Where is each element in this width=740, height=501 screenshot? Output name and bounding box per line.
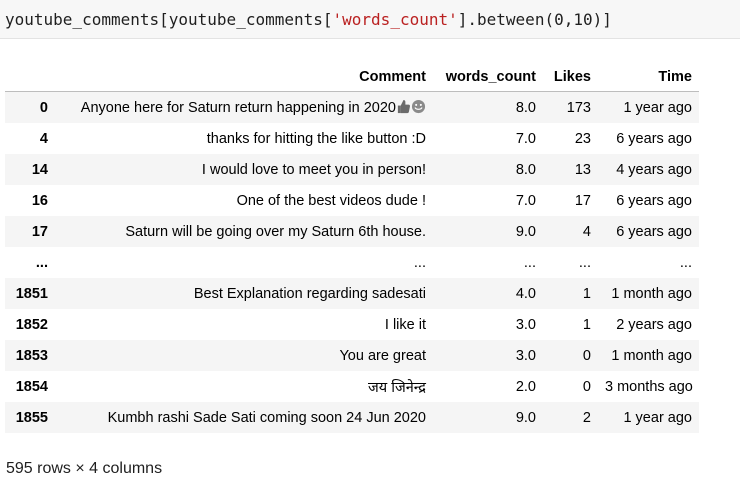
row-index: 14	[31, 161, 48, 178]
row-index: 17	[31, 223, 48, 240]
cell-likes: 13	[574, 161, 591, 178]
table-row: 1854 जय जिनेन्द्र 2.0 0 3 months ago	[5, 371, 699, 402]
column-header-words-count: words_count	[433, 62, 543, 92]
table-body: 0 Anyone here for Saturn return happening…	[5, 91, 699, 433]
cell-likes: 1	[582, 285, 591, 302]
cell-time: 1 month ago	[611, 347, 692, 364]
cell-comment: thanks for hitting the like button :D	[206, 130, 426, 147]
code-line[interactable]: youtube_comments[youtube_comments['words…	[5, 10, 612, 29]
table-row: 16 One of the best videos dude ! 7.0 17 6 ye…	[5, 185, 699, 216]
cell-time: 1 month ago	[611, 285, 692, 302]
cell-time: 6 years ago	[616, 223, 692, 240]
row-index: 16	[31, 192, 48, 209]
cell-words-count: 3.0	[515, 347, 536, 364]
cell-time: 6 years ago	[616, 192, 692, 209]
column-header-likes: Likes	[543, 62, 598, 92]
cell-words-count: 9.0	[515, 223, 536, 240]
cell-words-count: 2.0	[515, 378, 536, 395]
cell-words-count: ...	[523, 254, 536, 271]
comment-text: Anyone here for Saturn return happening …	[80, 100, 396, 116]
row-count-summary: 595 rows × 4 columns	[6, 460, 163, 477]
row-index: 0	[39, 99, 48, 116]
cell-likes: 17	[574, 192, 591, 209]
cell-time: 1 year ago	[623, 99, 692, 116]
cell-likes: 1	[582, 316, 591, 333]
cell-words-count: 8.0	[515, 161, 536, 178]
cell-time: 6 years ago	[616, 130, 692, 147]
cell-time: ...	[679, 254, 692, 271]
smiling-face-icon	[411, 99, 426, 114]
column-header-time: Time	[598, 62, 699, 92]
table-row: 0 Anyone here for Saturn return happening…	[5, 91, 699, 124]
cell-comment: I like it	[384, 316, 426, 333]
table-header-row: Comment words_count Likes Time	[5, 62, 699, 92]
cell-time: 3 months ago	[605, 378, 693, 395]
cell-comment: Best Explanation regarding sadesati	[193, 285, 426, 302]
cell-likes: 23	[574, 130, 591, 147]
table-row: 17 Saturn will be going over my Saturn 6t…	[5, 216, 699, 247]
cell-comment: One of the best videos dude !	[236, 192, 426, 209]
thumbs-up-icon	[397, 99, 411, 114]
table-row: 1851 Best Explanation regarding sadesati 4…	[5, 278, 699, 309]
row-index: 1851	[15, 285, 48, 302]
code-prefix: youtube_comments[youtube_comments[	[5, 10, 333, 29]
index-header	[5, 62, 55, 92]
cell-comment: जय जिनेन्द्र	[368, 379, 426, 396]
table-row: 4 thanks for hitting the like button :D 7.…	[5, 123, 699, 154]
cell-time: 4 years ago	[616, 161, 692, 178]
code-string: 'words_count'	[332, 10, 458, 29]
row-index: 1853	[15, 347, 48, 364]
cell-comment: I would love to meet you in person!	[201, 161, 426, 178]
cell-likes: 2	[582, 409, 591, 426]
code-cell[interactable]: youtube_comments[youtube_comments['words…	[0, 0, 740, 39]
row-index: 1855	[15, 409, 48, 426]
cell-comment: ...	[413, 254, 426, 271]
cell-words-count: 3.0	[515, 316, 536, 333]
cell-words-count: 9.0	[515, 409, 536, 426]
cell-likes: 0	[582, 378, 591, 395]
code-suffix: ].between(0,10)]	[457, 10, 612, 29]
dataframe-table: Comment words_count Likes Time 0 Anyone h…	[5, 62, 699, 433]
table-row: 1852 I like it 3.0 1 2 years ago	[5, 309, 699, 340]
cell-comment: Saturn will be going over my Saturn 6th …	[125, 223, 426, 240]
row-index: 4	[39, 130, 48, 147]
cell-likes: 0	[582, 347, 591, 364]
cell-words-count: 7.0	[515, 130, 536, 147]
cell-words-count: 7.0	[515, 192, 536, 209]
table-row: 1853 You are great 3.0 0 1 month ago	[5, 340, 699, 371]
row-index: 1854	[15, 378, 48, 395]
cell-words-count: 4.0	[515, 285, 536, 302]
table-row: ...............	[5, 247, 699, 278]
cell-time: 2 years ago	[616, 316, 692, 333]
row-index: 1852	[15, 316, 48, 333]
cell-comment: You are great	[339, 347, 426, 364]
cell-likes: ...	[578, 254, 591, 271]
cell-comment: Kumbh rashi Sade Sati coming soon 24 Jun…	[107, 409, 426, 426]
cell-likes: 173	[566, 99, 591, 116]
column-header-comment: Comment	[55, 62, 433, 92]
cell-likes: 4	[582, 223, 591, 240]
table-row: 14 I would love to meet you in person! 8.0…	[5, 154, 699, 185]
cell-words-count: 8.0	[515, 99, 536, 116]
row-index: ...	[35, 254, 48, 271]
cell-time: 1 year ago	[623, 409, 692, 426]
table-row: 1855 Kumbh rashi Sade Sati coming soon 24…	[5, 402, 699, 433]
cell-comment: Anyone here for Saturn return happening …	[55, 92, 433, 124]
